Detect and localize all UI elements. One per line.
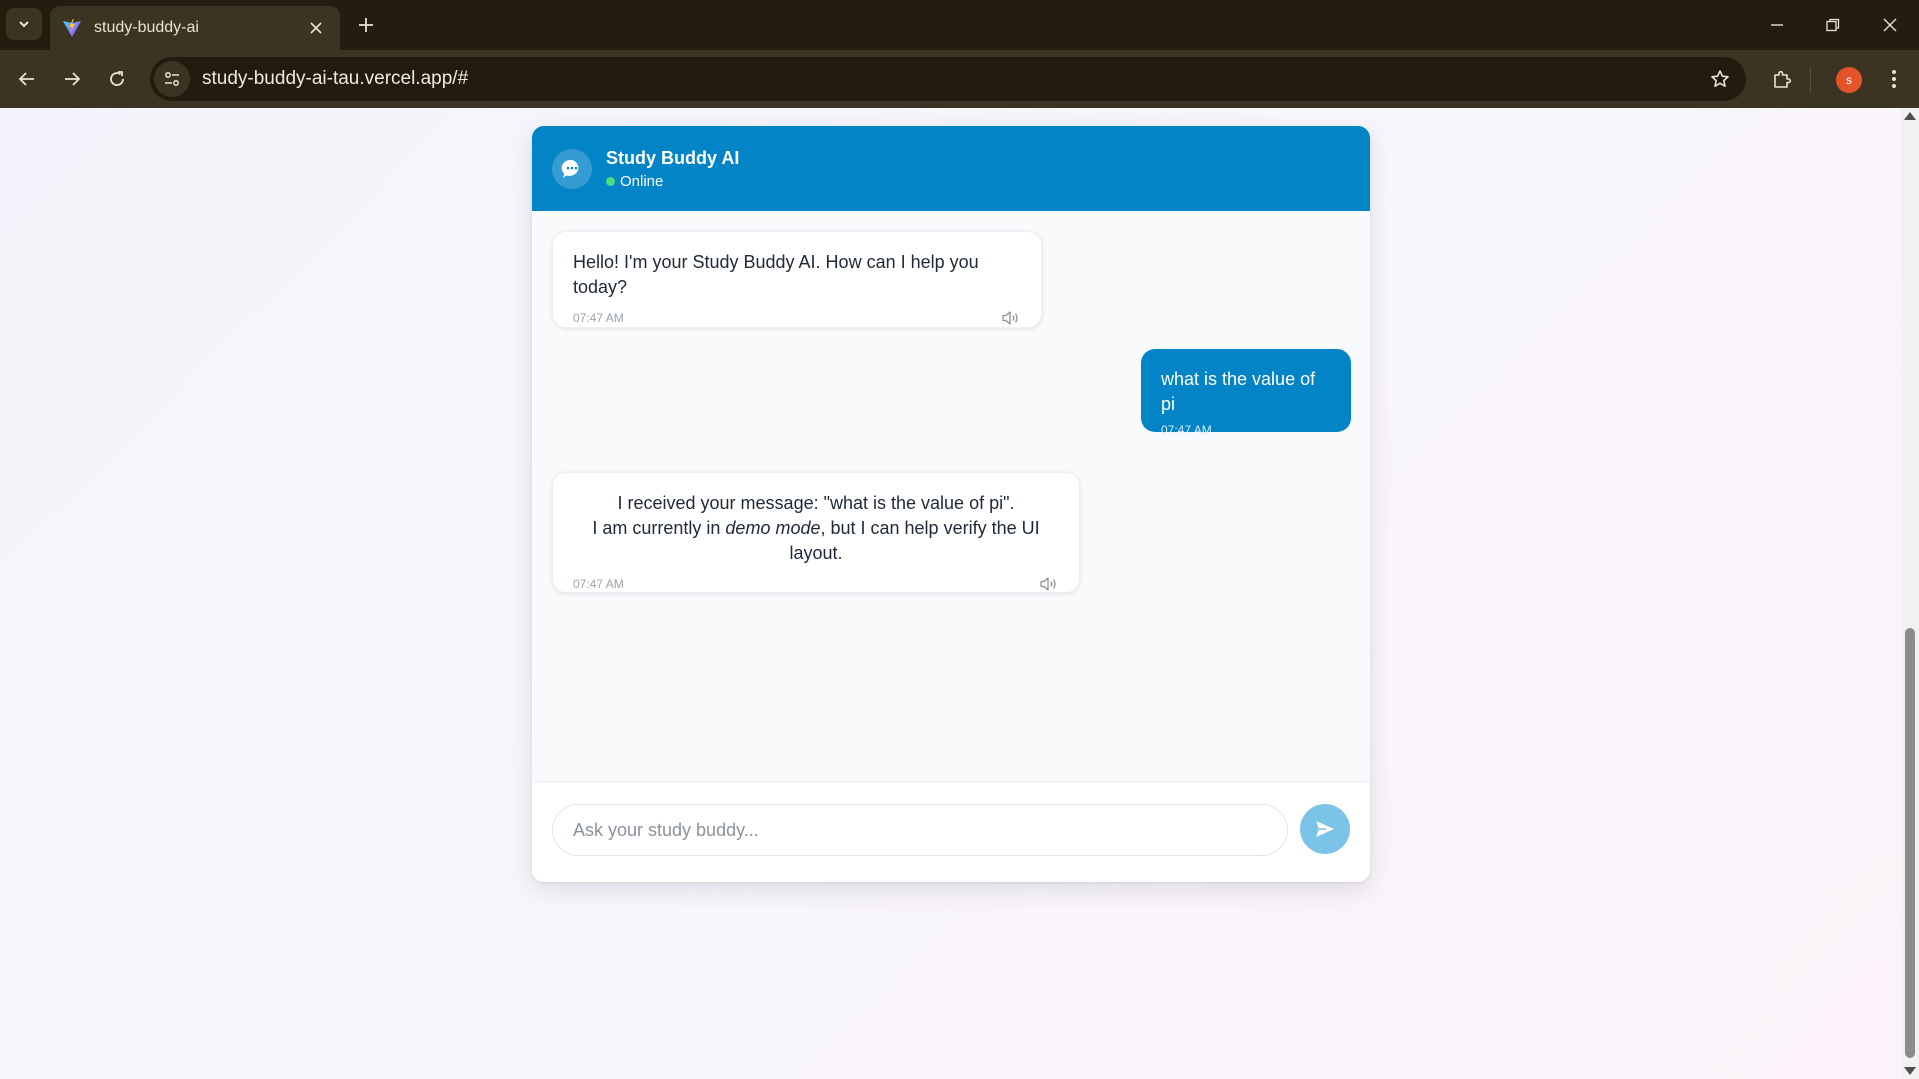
- message-meta: 07:47 AM: [1161, 423, 1331, 437]
- tab-bar: study-buddy-ai: [0, 0, 1919, 50]
- tune-icon: [165, 72, 179, 86]
- message-text: Hello! I'm your Study Buddy AI. How can …: [573, 252, 979, 297]
- message-meta: 07:47 AM: [573, 575, 1059, 593]
- speaker-icon: [1002, 311, 1018, 325]
- chat-header: Study Buddy AI Online: [532, 126, 1370, 211]
- speaker-icon: [1040, 577, 1056, 591]
- scroll-up-arrow[interactable]: [1904, 112, 1916, 120]
- message-line-prefix: I am currently in: [592, 518, 726, 538]
- address-bar[interactable]: study-buddy-ai-tau.vercel.app/#: [150, 57, 1746, 101]
- puzzle-icon: [1774, 70, 1792, 88]
- url-text[interactable]: study-buddy-ai-tau.vercel.app/#: [202, 68, 1702, 90]
- user-message: what is the value of pi 07:47 AM: [1141, 349, 1351, 437]
- message-line: I received your message: "what is the va…: [617, 493, 1015, 513]
- message-time: 07:47 AM: [573, 577, 624, 591]
- tab-close-button[interactable]: [304, 16, 328, 40]
- chat-input[interactable]: [552, 804, 1288, 856]
- close-window-button[interactable]: [1868, 8, 1912, 42]
- bookmark-button[interactable]: [1702, 61, 1738, 97]
- minimize-button[interactable]: [1755, 8, 1799, 42]
- page-scrollbar[interactable]: [1901, 108, 1919, 1079]
- message-emphasis: demo mode: [725, 518, 821, 538]
- browser-toolbar: study-buddy-ai-tau.vercel.app/# s: [0, 50, 1919, 108]
- speak-button[interactable]: [1039, 575, 1059, 593]
- scroll-down-arrow[interactable]: [1904, 1067, 1916, 1075]
- minimize-icon: [1771, 24, 1783, 26]
- browser-menu-button[interactable]: [1876, 61, 1912, 97]
- reload-button[interactable]: [99, 61, 135, 97]
- online-dot: [606, 176, 615, 186]
- chat-window: Study Buddy AI Online Hello! I'm your St…: [532, 126, 1370, 882]
- page-viewport: Study Buddy AI Online Hello! I'm your St…: [0, 108, 1919, 1079]
- new-tab-button[interactable]: [352, 11, 380, 39]
- site-info-button[interactable]: [154, 61, 190, 97]
- arrow-left-icon: [18, 72, 34, 86]
- bot-avatar: [552, 148, 592, 189]
- scroll-thumb[interactable]: [1905, 628, 1915, 1058]
- restore-icon: [1826, 18, 1840, 32]
- tab-title: study-buddy-ai: [94, 19, 199, 36]
- star-icon: [1711, 70, 1729, 87]
- more-vertical-icon: [1892, 70, 1896, 88]
- message-meta: 07:47 AM: [573, 309, 1021, 327]
- send-button[interactable]: [1300, 804, 1350, 854]
- tab-search-button[interactable]: [6, 8, 42, 40]
- status-text: Online: [620, 172, 664, 190]
- restore-button[interactable]: [1811, 8, 1855, 42]
- close-icon: [1883, 18, 1897, 32]
- chevron-down-icon: [19, 21, 29, 28]
- message-time: 07:47 AM: [573, 311, 624, 325]
- bot-message: I received your message: "what is the va…: [552, 472, 1080, 593]
- bot-message: Hello! I'm your Study Buddy AI. How can …: [552, 231, 1042, 328]
- browser-tab[interactable]: study-buddy-ai: [50, 6, 340, 50]
- composer: [532, 781, 1370, 882]
- bot-name: Study Buddy AI: [606, 147, 740, 168]
- plus-icon: [359, 18, 373, 32]
- message-time: 07:47 AM: [1161, 423, 1212, 437]
- reload-icon: [110, 71, 124, 86]
- send-icon: [1316, 821, 1334, 837]
- close-icon: [310, 22, 322, 34]
- arrow-right-icon: [65, 72, 81, 86]
- speak-button[interactable]: [1001, 309, 1021, 327]
- message-text: I received your message: "what is the va…: [573, 491, 1059, 566]
- toolbar-separator: [1810, 68, 1811, 92]
- vite-logo-icon: [63, 19, 81, 37]
- message-text: what is the value of pi: [1161, 369, 1316, 414]
- status-indicator: Online: [606, 173, 739, 190]
- header-text: Study Buddy AI Online: [606, 148, 739, 190]
- chat-bubble-icon: [561, 159, 579, 178]
- back-button[interactable]: [9, 61, 45, 97]
- extensions-button[interactable]: [1764, 61, 1800, 97]
- message-list: Hello! I'm your Study Buddy AI. How can …: [532, 211, 1370, 781]
- message-line-suffix: , but I can help verify the UI layout.: [789, 518, 1040, 563]
- forward-button[interactable]: [54, 61, 90, 97]
- profile-avatar[interactable]: s: [1836, 67, 1862, 93]
